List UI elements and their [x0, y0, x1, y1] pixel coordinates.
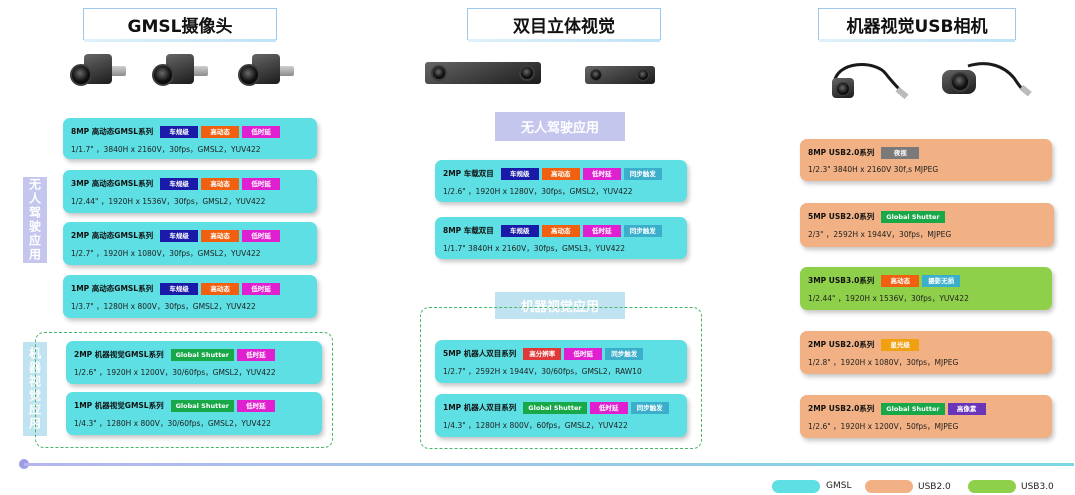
tag-auto-grade: 车规级: [160, 282, 199, 295]
card-spec: 1/2.8" ，1920H x 1080V，30fps，MJPEG: [808, 358, 959, 367]
gmsl-card-8mp[interactable]: 8MP 高动态GMSL系列 车规级 高动态 低时延 1/1.7" ，3840H …: [63, 118, 317, 159]
tag-hdr: 高动态: [541, 224, 580, 237]
tag-auto-grade: 车规级: [160, 177, 199, 190]
tag-sync-trigger: 同步触发: [630, 401, 669, 414]
tag-lossless: 摄影无损: [922, 274, 961, 287]
tag-night-vision: 夜视: [881, 146, 920, 159]
card-spec: 1/3.7" ，1280H x 800V，30fps，GMSL2，YUV422: [71, 302, 256, 311]
card-spec: 1/1.7" 3840H x 2160V，30fps，GMSL3，YUV422: [443, 244, 626, 253]
tag-low-latency: 低时延: [242, 177, 281, 190]
tag-hdr: 高动态: [541, 167, 580, 180]
tag-starlight: 星光级: [881, 338, 920, 351]
tag-low-latency: 低时延: [242, 282, 281, 295]
tag-low-latency: 低时延: [582, 167, 621, 180]
stereo-camera-icon: [425, 62, 541, 84]
legend-swatch-gmsl: [772, 480, 820, 493]
tag-auto-grade: 车规级: [500, 224, 539, 237]
card-spec: 1/2.7" ，2592H x 1944V，30/60fps，GMSL2，RAW…: [443, 367, 642, 376]
stereo-auto-label: 无人驾驶应用: [495, 112, 625, 141]
gmsl-card-2mp[interactable]: 2MP 高动态GMSL系列 车规级 高动态 低时延 1/2.7" ，1920H …: [63, 222, 317, 265]
tag-low-latency: 低时延: [236, 399, 275, 412]
legend-label-usb2: USB2.0: [918, 482, 951, 492]
tag-global-shutter: Global Shutter: [170, 399, 234, 412]
card-spec: 2/3" ，2592H x 1944V，30fps，MJPEG: [808, 230, 952, 239]
tag-low-latency: 低时延: [236, 348, 275, 361]
legend-swatch-usb2: [865, 480, 913, 493]
card-spec: 1/4.3" ，1280H x 800V，60fps，GMSL2，YUV422: [443, 421, 628, 430]
gmsl-camera-icon: [236, 52, 296, 92]
tag-low-latency: 低时延: [242, 125, 281, 138]
usb-card-3mp[interactable]: 3MP USB3.0系列 高动态 摄影无损 1/2.44" ，1920H x 1…: [800, 267, 1052, 310]
gmsl-auto-label: 无人驾驶应用: [23, 177, 47, 263]
tag-hdr: 高动态: [201, 177, 240, 190]
timeline-line: [24, 463, 1074, 466]
tag-global-shutter: Global Shutter: [881, 402, 945, 415]
usb-camera-icon: [826, 54, 910, 106]
stereo-mv-card-1mp[interactable]: 1MP 机器人双目系列 Global Shutter 低时延 同步触发 1/4.…: [435, 394, 687, 437]
card-spec: 1/4.3" ，1280H x 800V，30/60fps，GMSL2，YUV4…: [74, 419, 271, 428]
gmsl-mv-card-2mp[interactable]: 2MP 机器视觉GMSL系列 Global Shutter 低时延 1/2.6"…: [66, 341, 322, 384]
tag-low-latency: 低时延: [242, 229, 281, 242]
legend-swatch-usb3: [968, 480, 1016, 493]
tag-global-shutter: Global Shutter: [170, 348, 234, 361]
usb-section-title: 机器视觉USB相机: [818, 8, 1016, 42]
tag-low-latency: 低时延: [564, 347, 603, 360]
usb-card-2mp-gs[interactable]: 2MP USB2.0系列 Global Shutter 高像素 1/2.6" ，…: [800, 395, 1052, 438]
tag-hdr: 高动态: [881, 274, 920, 287]
card-spec: 1/2.3" 3840H x 2160V 30f,s MJPEG: [808, 165, 939, 174]
tag-high-pixel: 高像素: [947, 402, 986, 415]
stereo-card-2mp[interactable]: 2MP 车载双目 车规级 高动态 低时延 同步触发 1/2.6" ，1920H …: [435, 160, 687, 202]
gmsl-camera-icon: [68, 52, 128, 92]
tag-hdr: 高动态: [201, 125, 240, 138]
card-spec: 1/2.44" ，1920H x 1536V，30fps，GMSL2，YUV42…: [71, 197, 266, 206]
tag-low-latency: 低时延: [589, 401, 628, 414]
legend-label-gmsl: GMSL: [826, 481, 852, 491]
usb-card-8mp[interactable]: 8MP USB2.0系列 夜视 1/2.3" 3840H x 2160V 30f…: [800, 139, 1052, 181]
card-spec: 1/2.44" ，1920H x 1536V，30fps，YUV422: [808, 294, 969, 303]
card-spec: 1/2.6" ，1920H x 1200V，50fps，MJPEG: [808, 422, 959, 431]
stereo-mv-card-5mp[interactable]: 5MP 机器人双目系列 高分辨率 低时延 同步触发 1/2.7" ，2592H …: [435, 340, 687, 383]
tag-hdr: 高动态: [201, 282, 240, 295]
tag-auto-grade: 车规级: [160, 125, 199, 138]
gmsl-card-3mp[interactable]: 3MP 高动态GMSL系列 车规级 高动态 低时延 1/2.44" ，1920H…: [63, 170, 317, 213]
stereo-section-title: 双目立体视觉: [467, 8, 661, 42]
gmsl-camera-icon: [150, 52, 210, 92]
gmsl-card-1mp[interactable]: 1MP 高动态GMSL系列 车规级 高动态 低时延 1/3.7" ，1280H …: [63, 275, 317, 318]
tag-auto-grade: 车规级: [160, 229, 199, 242]
card-spec: 1/2.6" ，1920H x 1280V，30fps，GMSL2，YUV422: [443, 187, 633, 196]
tag-sync-trigger: 同步触发: [623, 224, 662, 237]
usb-camera-icon: [938, 56, 1032, 108]
card-spec: 1/1.7" ，3840H x 2160V，30fps，GMSL2，YUV422: [71, 145, 261, 154]
tag-low-latency: 低时延: [582, 224, 621, 237]
usb-card-2mp-starlight[interactable]: 2MP USB2.0系列 星光级 1/2.8" ，1920H x 1080V，3…: [800, 331, 1052, 374]
gmsl-section-title: GMSL摄像头: [83, 8, 277, 42]
usb-card-5mp[interactable]: 5MP USB2.0系列 Global Shutter 2/3" ，2592H …: [800, 203, 1054, 247]
tag-global-shutter: Global Shutter: [881, 210, 945, 223]
legend-label-usb3: USB3.0: [1021, 482, 1054, 492]
tag-sync-trigger: 同步触发: [605, 347, 644, 360]
tag-sync-trigger: 同步触发: [623, 167, 662, 180]
tag-high-resolution: 高分辨率: [523, 347, 562, 360]
tag-global-shutter: Global Shutter: [523, 401, 587, 414]
tag-hdr: 高动态: [201, 229, 240, 242]
gmsl-mv-card-1mp[interactable]: 1MP 机器视觉GMSL系列 Global Shutter 低时延 1/4.3"…: [66, 392, 322, 435]
tag-auto-grade: 车规级: [500, 167, 539, 180]
stereo-card-8mp[interactable]: 8MP 车载双目 车规级 高动态 低时延 同步触发 1/1.7" 3840H x…: [435, 217, 687, 259]
card-spec: 1/2.6" ，1920H x 1200V，30/60fps，GMSL2，YUV…: [74, 368, 276, 377]
card-spec: 1/2.7" ，1920H x 1080V，30fps，GMSL2，YUV422: [71, 249, 261, 258]
stereo-camera-icon: [585, 66, 655, 84]
